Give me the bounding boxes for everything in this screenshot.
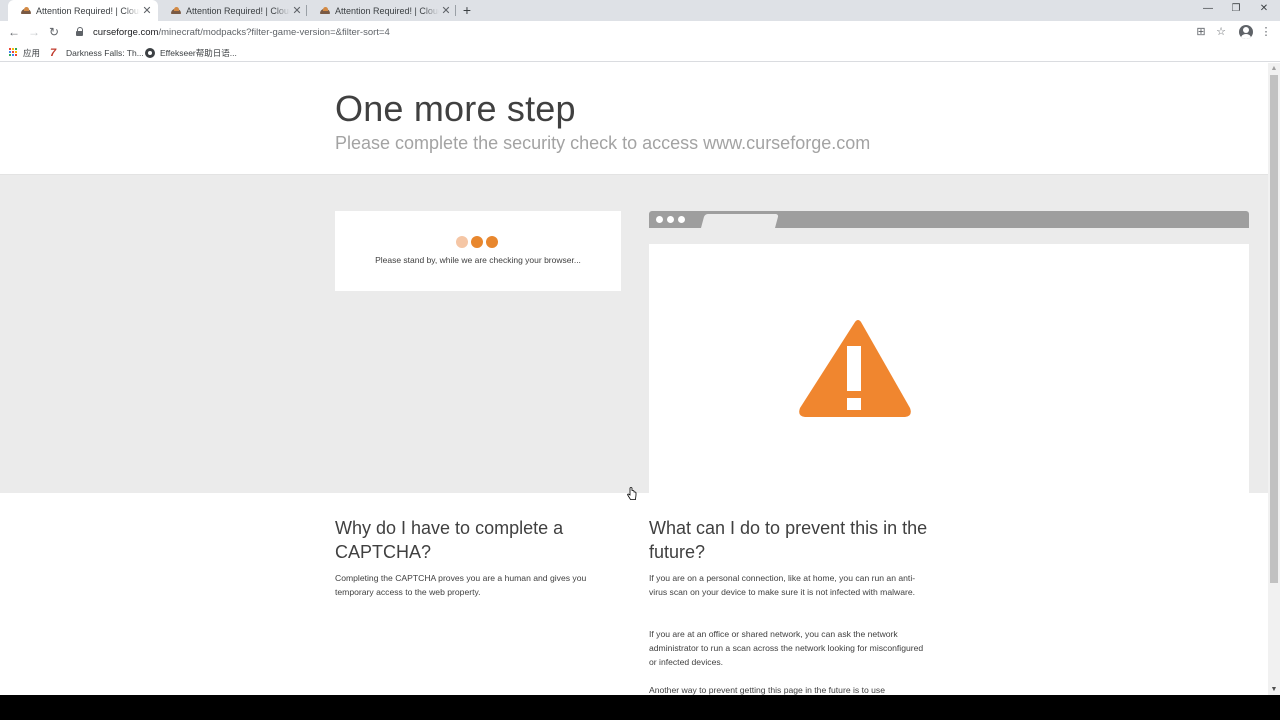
minimize-icon: — xyxy=(1203,3,1213,14)
prevent-paragraph: Another way to prevent getting this page… xyxy=(649,685,885,695)
browser-illustration xyxy=(649,211,1249,494)
browser-check-card: Please stand by, while we are checking y… xyxy=(335,211,621,291)
prevent-heading: What can I do to prevent this in the fut… xyxy=(649,518,928,562)
tab-title: Attention Required! | Cloudflare xyxy=(335,5,439,16)
tab-1[interactable]: Attention Required! | Cloudflare ✕ xyxy=(8,0,158,21)
url-path: /minecraft/modpacks?filter-game-version=… xyxy=(158,26,390,38)
bookmark-effekseer[interactable]: Effekseer帮助日语... xyxy=(145,43,237,62)
tab-title: Attention Required! | Cloudflare xyxy=(36,5,140,16)
reload-button[interactable]: ↻ xyxy=(45,23,63,41)
tab-title: Attention Required! | Cloudflare xyxy=(186,5,290,16)
close-window-button[interactable]: ✕ xyxy=(1250,0,1278,20)
reload-icon: ↻ xyxy=(48,25,60,39)
cloudflare-favicon-icon xyxy=(171,6,181,15)
lock-icon xyxy=(75,27,85,37)
arrow-left-icon: ← xyxy=(8,25,20,39)
kebab-menu-icon: ⋮ xyxy=(1260,26,1272,38)
star-icon: ☆ xyxy=(1216,26,1226,38)
prevent-paragraph: If you are at an office or shared networ… xyxy=(649,629,924,667)
apps-grid-icon xyxy=(9,48,18,57)
bookmark-label: Effekseer帮助日语... xyxy=(160,47,237,58)
restore-icon: ❐ xyxy=(1231,3,1241,14)
window-dot-icon xyxy=(678,216,685,223)
warning-triangle-icon xyxy=(799,320,911,417)
address-bar[interactable]: curseforge.com/minecraft/modpacks?filter… xyxy=(70,23,1230,41)
hand-cursor-icon xyxy=(627,487,637,500)
bookmarks-bar: 应用 7 Darkness Falls: Th... Effekseer帮助日语… xyxy=(0,43,1280,62)
translate-button[interactable]: ⊞ xyxy=(1193,24,1209,40)
globe-icon xyxy=(145,47,155,58)
profile-avatar-icon[interactable] xyxy=(1239,25,1253,39)
close-tab-icon[interactable]: ✕ xyxy=(290,4,304,17)
why-captcha-text: Completing the CAPTCHA proves you are a … xyxy=(335,573,587,597)
close-icon: ✕ xyxy=(1259,3,1269,14)
new-tab-button[interactable]: + xyxy=(459,1,475,19)
window-dot-icon xyxy=(667,216,674,223)
loading-dot xyxy=(456,236,468,248)
arrow-right-icon: → xyxy=(28,25,40,39)
plus-icon: + xyxy=(462,2,472,18)
scroll-thumb[interactable] xyxy=(1270,75,1278,583)
page-content: One more step Please complete the securi… xyxy=(0,63,1268,695)
why-captcha-heading: Why do I have to complete a CAPTCHA? xyxy=(335,518,564,562)
bookmark-darkness-falls[interactable]: 7 Darkness Falls: Th... xyxy=(50,43,144,62)
window-dot-icon xyxy=(656,216,663,223)
bookmark-label: Darkness Falls: Th... xyxy=(66,47,144,58)
page-title: One more step xyxy=(335,88,576,129)
forward-button[interactable]: → xyxy=(25,23,43,41)
bookmark-label: 应用 xyxy=(23,47,41,58)
tab-strip: Attention Required! | Cloudflare ✕ Atten… xyxy=(0,0,1280,21)
url-host: curseforge.com xyxy=(93,26,159,38)
illustration-tab xyxy=(701,214,779,228)
scroll-down-arrow-icon[interactable]: ▼ xyxy=(1268,686,1280,694)
bookmark-star-button[interactable]: ☆ xyxy=(1213,24,1229,40)
close-tab-icon[interactable]: ✕ xyxy=(439,4,453,17)
illustration-titlebar xyxy=(649,211,1249,228)
tab-2[interactable]: Attention Required! | Cloudflare ✕ xyxy=(158,0,308,21)
faq-section: Why do I have to complete a CAPTCHA? Com… xyxy=(0,493,1268,695)
illustration-body xyxy=(649,244,1249,494)
minimize-button[interactable]: — xyxy=(1194,0,1222,20)
scroll-up-arrow-icon[interactable]: ▲ xyxy=(1268,65,1280,73)
tab-separator xyxy=(455,5,456,16)
page-subtitle: Please complete the security check to ac… xyxy=(335,133,871,153)
cloudflare-favicon-icon xyxy=(320,6,330,15)
tab-3[interactable]: Attention Required! | Cloudflare ✕ xyxy=(307,0,457,21)
menu-button[interactable]: ⋮ xyxy=(1258,24,1274,40)
loading-dots-icon xyxy=(456,236,501,248)
cloudflare-favicon-icon xyxy=(21,6,31,15)
bookmark-apps[interactable]: 应用 xyxy=(9,43,40,62)
loading-dot xyxy=(486,236,498,248)
browser-toolbar: ← → ↻ curseforge.com/minecraft/modpacks?… xyxy=(0,21,1280,43)
close-tab-icon[interactable]: ✕ xyxy=(140,4,154,17)
url-text: curseforge.com/minecraft/modpacks?filter… xyxy=(93,27,390,38)
restore-button[interactable]: ❐ xyxy=(1222,0,1250,20)
back-button[interactable]: ← xyxy=(5,23,23,41)
prevent-paragraph: If you are on a personal connection, lik… xyxy=(649,573,916,597)
check-message: Please stand by, while we are checking y… xyxy=(375,255,581,265)
page-scrollbar[interactable]: ▲ ▼ xyxy=(1268,63,1280,695)
page-header: One more step Please complete the securi… xyxy=(0,63,1268,174)
loading-dot xyxy=(471,236,483,248)
browser-window: Attention Required! | Cloudflare ✕ Atten… xyxy=(0,0,1280,695)
translate-icon: ⊞ xyxy=(1196,26,1206,38)
darkness-falls-icon: 7 xyxy=(50,46,57,59)
